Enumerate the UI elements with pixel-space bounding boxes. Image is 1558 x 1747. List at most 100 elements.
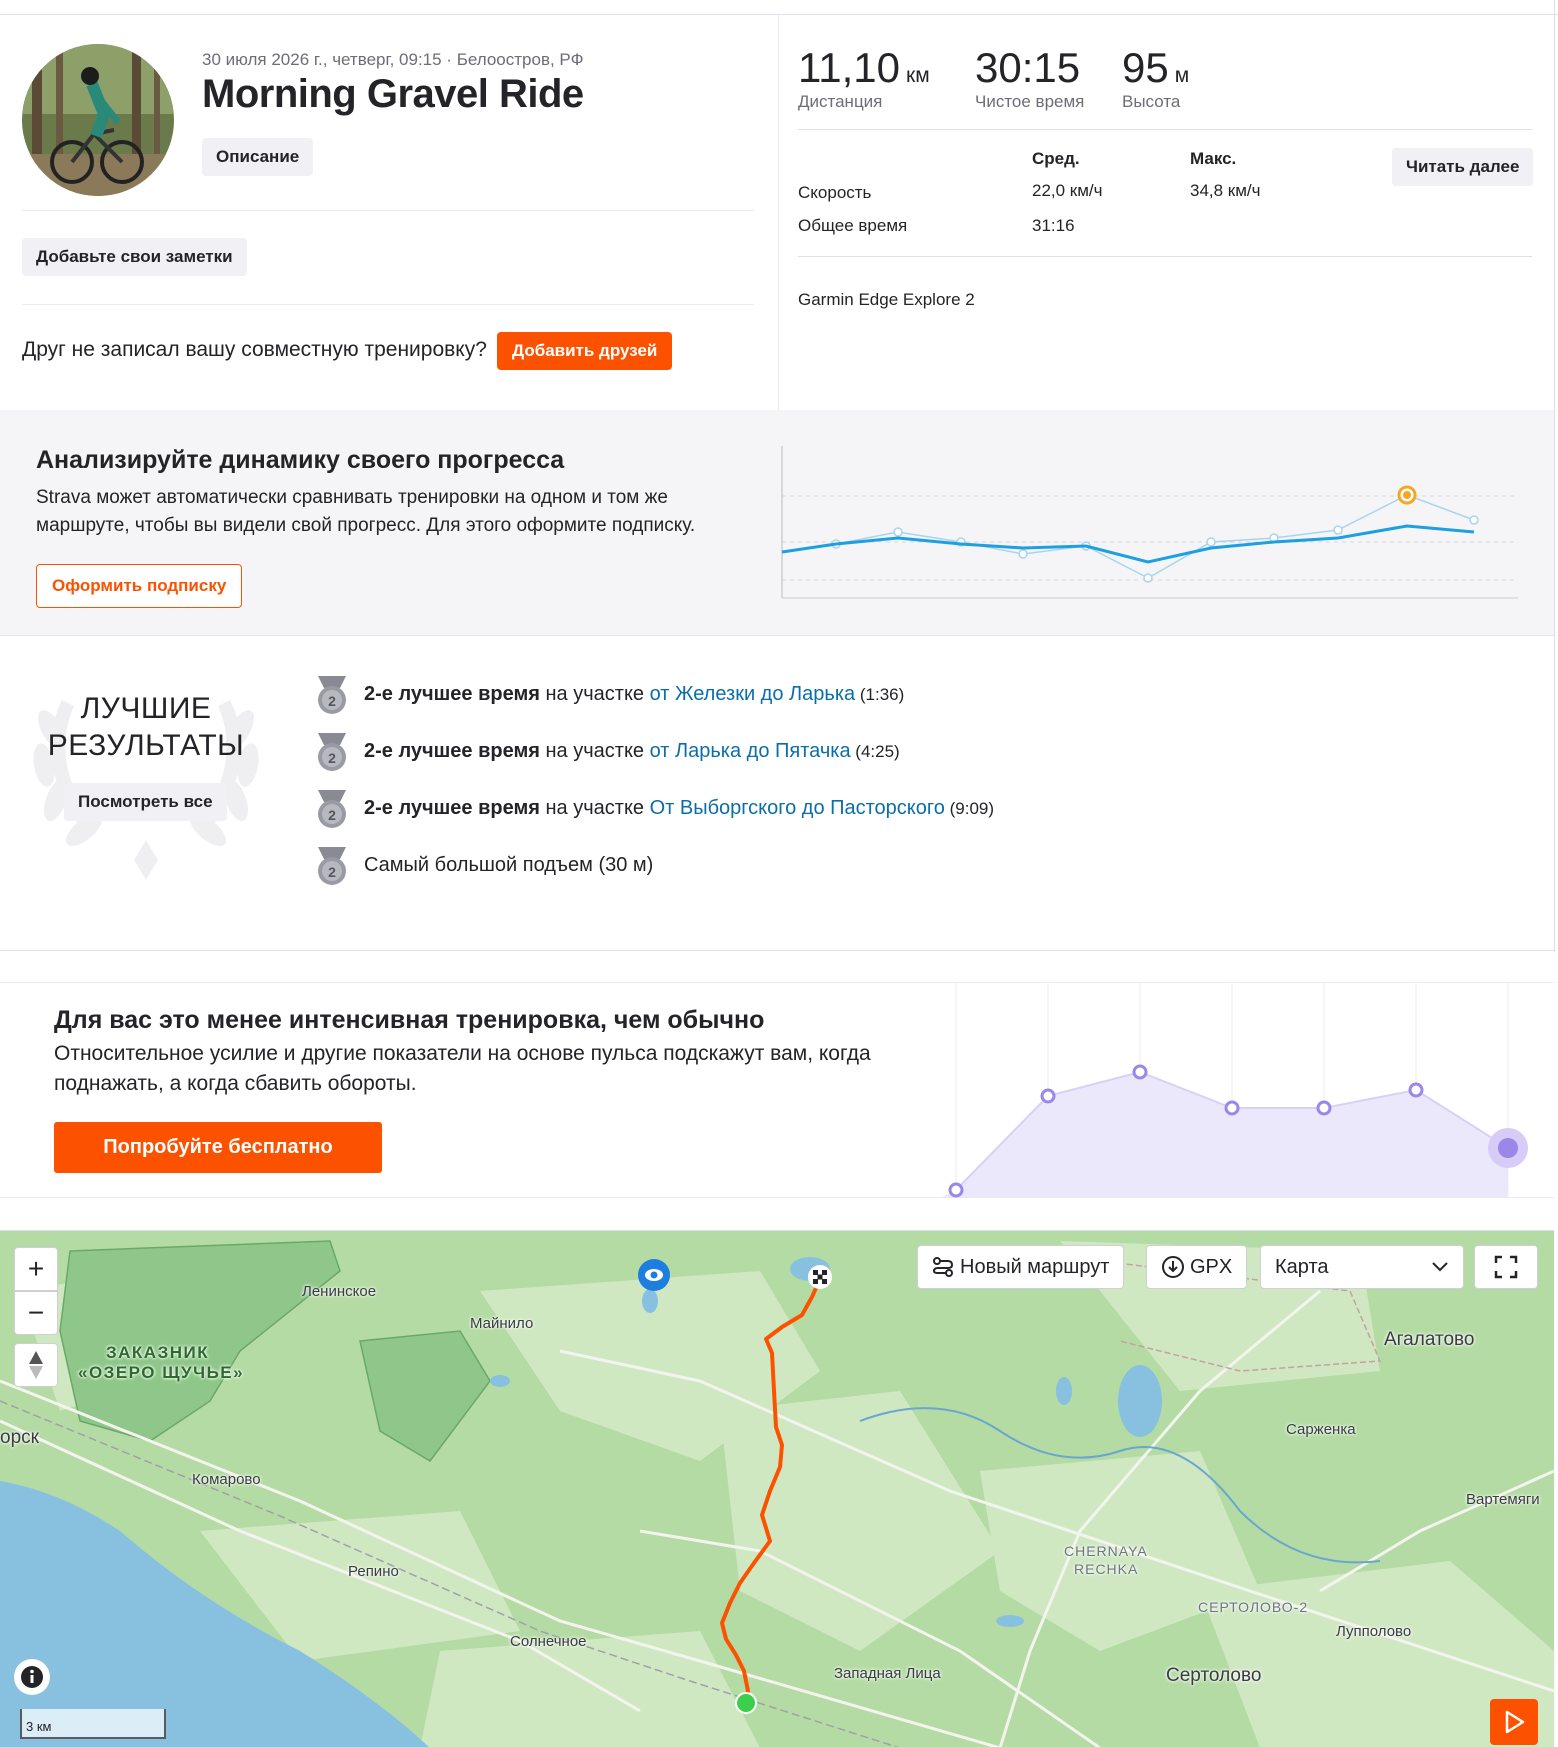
achievement-time: (9:09) — [944, 798, 995, 818]
segment-link[interactable]: от Железки до Ларька — [650, 683, 856, 705]
achievement-time: (4:25) — [850, 741, 900, 761]
column-divider — [778, 15, 779, 410]
intensity-title: Для вас это менее интенсивная тренировка… — [54, 1006, 765, 1034]
intensity-text: Относительное усилие и другие показатели… — [54, 1042, 871, 1095]
map-label: орск — [0, 1427, 39, 1448]
achievement-mid: на участке — [539, 796, 650, 819]
achievement-item: 2 2-е лучшее время на участке от Ларька … — [312, 729, 900, 773]
add-friends-button[interactable]: Добавить друзей — [497, 332, 673, 370]
map-label: CHERNAYA — [1064, 1543, 1148, 1559]
medal-icon: 2 — [318, 733, 346, 771]
svg-text:2: 2 — [328, 807, 336, 823]
new-route-label: Новый маршрут — [960, 1255, 1110, 1278]
achievement-mid: на участке — [539, 739, 650, 762]
best-results-title-line2: РЕЗУЛЬТАТЫ — [47, 729, 245, 762]
info-icon — [21, 1666, 43, 1688]
max-column-header: Макс. — [1190, 149, 1237, 168]
compass-button[interactable] — [14, 1343, 58, 1387]
subscribe-button[interactable]: Оформить подписку — [36, 564, 243, 608]
device-name: Garmin Edge Explore 2 — [798, 290, 975, 309]
right-border — [1554, 0, 1555, 952]
play-icon — [1505, 1710, 1525, 1734]
progress-title: Анализируйте динамику своего прогресса — [36, 446, 565, 474]
activity-photo[interactable] — [22, 44, 174, 196]
read-more-button[interactable]: Читать далее — [1392, 148, 1534, 186]
achievement-item: 2 Самый большой подъем (30 м) — [312, 843, 653, 887]
see-all-button[interactable]: Посмотреть все — [64, 783, 227, 821]
achievement-item: 2 2-е лучшее время на участке от Железки… — [312, 672, 904, 716]
segment-link[interactable]: от Ларька до Пятачка — [650, 740, 851, 762]
achievement-bold: 2-е лучшее время — [364, 796, 540, 819]
achievement-time: (30 м) — [592, 853, 654, 876]
divider — [22, 210, 754, 211]
achievement-mid: Самый большой подъем — [364, 853, 593, 876]
map-layer-value: Карта — [1275, 1255, 1329, 1278]
gpx-label: GPX — [1190, 1255, 1233, 1278]
achievement-bold: 2-е лучшее время — [364, 739, 540, 762]
elevation-label: Высота — [1122, 92, 1181, 111]
map-label: Солнечное — [510, 1633, 587, 1650]
map-label: Вартемяги — [1466, 1491, 1540, 1508]
distance-unit: км — [906, 64, 930, 87]
stat-elevation: 95 м Высота — [1122, 44, 1189, 112]
map-scale: 3 км — [20, 1709, 166, 1739]
progress-text: Strava может автоматически сравнивать тр… — [36, 487, 696, 536]
map-label: Западная Лица — [834, 1665, 941, 1682]
stat-moving-time: 30:15 Чистое время — [975, 44, 1084, 112]
divider — [0, 950, 1554, 951]
compass-icon — [29, 1351, 43, 1379]
description-button[interactable]: Описание — [202, 138, 314, 176]
relative-effort-chart — [940, 982, 1554, 1198]
map-label: Лупполово — [1336, 1623, 1412, 1640]
achievement-item: 2 2-е лучшее время на участке От Выборгс… — [312, 786, 994, 830]
svg-text:2: 2 — [328, 864, 336, 880]
divider — [22, 304, 754, 305]
divider — [798, 256, 1532, 257]
top-divider — [0, 14, 1558, 15]
elapsed-time-avg: 31:16 — [1032, 216, 1075, 235]
zoom-in-button[interactable]: + — [14, 1247, 58, 1291]
map-label: RECHKA — [1074, 1561, 1139, 1577]
add-notes-button[interactable]: Добавьте свои заметки — [22, 238, 247, 276]
map-label: Сарженка — [1286, 1421, 1356, 1438]
chevron-down-icon — [1432, 1262, 1448, 1272]
map-label: ЗАКАЗНИК — [106, 1343, 210, 1362]
map-label: Ленинское — [302, 1283, 377, 1300]
achievement-time: (1:36) — [855, 684, 905, 704]
segment-link[interactable]: От Выборгского до Пасторского — [650, 797, 945, 819]
divider — [798, 129, 1532, 130]
map-label: Репино — [348, 1563, 399, 1580]
medal-icon: 2 — [318, 847, 346, 885]
medal-icon: 2 — [318, 790, 346, 828]
gpx-button[interactable]: GPX — [1146, 1245, 1248, 1289]
fullscreen-icon — [1494, 1255, 1518, 1279]
activity-meta: 30 июля 2026 г., четверг, 09:15 · Белоос… — [202, 50, 584, 69]
moving-time-value: 30:15 — [975, 44, 1081, 91]
map-label: Майнило — [470, 1315, 534, 1332]
activity-title: Morning Gravel Ride — [202, 72, 584, 116]
speed-label: Скорость — [798, 183, 872, 202]
flyover-play-button[interactable] — [1490, 1699, 1538, 1745]
svg-text:2: 2 — [328, 750, 336, 766]
achievement-mid: на участке — [539, 682, 650, 705]
medal-icon: 2 — [318, 676, 346, 714]
map-layer-select[interactable]: Карта — [1260, 1245, 1464, 1289]
achievement-bold: 2-е лучшее время — [364, 682, 540, 705]
fullscreen-button[interactable] — [1474, 1245, 1538, 1289]
route-map[interactable]: Ленинское Майнило ЗАКАЗНИК «ОЗЕРО ЩУЧЬЕ»… — [0, 1230, 1554, 1747]
avg-column-header: Сред. — [1032, 149, 1080, 168]
distance-value: 11,10 — [798, 44, 900, 91]
new-route-button[interactable]: Новый маршрут — [917, 1245, 1125, 1289]
info-button[interactable] — [14, 1659, 50, 1695]
speed-max: 34,8 км/ч — [1190, 181, 1261, 200]
zoom-out-button[interactable]: − — [14, 1291, 58, 1335]
friend-question: Друг не записал вашу совместную трениров… — [22, 338, 487, 361]
elevation-value: 95 — [1122, 44, 1169, 91]
svg-text:2: 2 — [328, 693, 336, 709]
distance-label: Дистанция — [798, 92, 883, 111]
try-free-button[interactable]: Попробуйте бесплатно — [54, 1122, 382, 1173]
map-label: «ОЗЕРО ЩУЧЬЕ» — [78, 1363, 245, 1382]
stat-distance: 11,10 км Дистанция — [798, 44, 930, 112]
speed-avg: 22,0 км/ч — [1032, 181, 1103, 200]
download-icon — [1162, 1256, 1184, 1278]
